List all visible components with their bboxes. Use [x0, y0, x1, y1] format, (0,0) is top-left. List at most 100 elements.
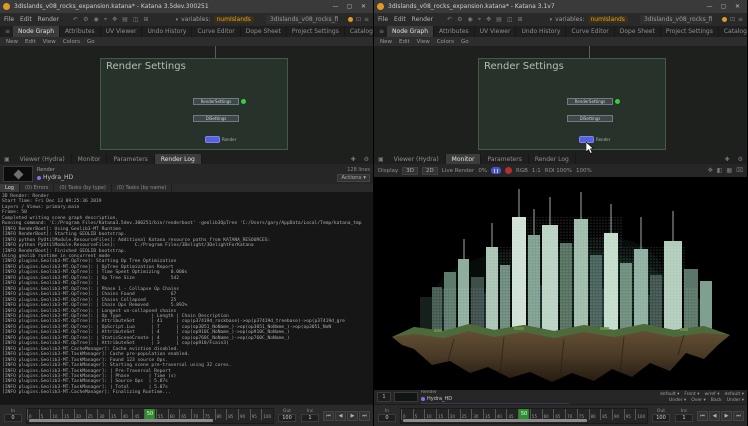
menu-render[interactable]: Render	[38, 16, 59, 23]
timeline-tick[interactable]: 90	[612, 409, 624, 420]
catalog-thumbnail[interactable]	[394, 392, 418, 402]
tab-render-log[interactable]: Render Log	[155, 154, 202, 164]
timeline-tick[interactable]: 70	[565, 409, 577, 420]
nodegraph-menu-item[interactable]: View	[417, 39, 430, 45]
pane-settings-icon[interactable]: ⚙	[734, 154, 747, 164]
tab-attributes[interactable]: Attributes	[434, 26, 475, 37]
menu-file[interactable]: File	[4, 16, 14, 23]
minimize-button[interactable]: —	[703, 1, 716, 12]
tab-monitor[interactable]: Monitor	[72, 154, 108, 164]
channel-readout[interactable]: RGB	[516, 168, 528, 174]
transport-button[interactable]: ▶	[347, 411, 358, 421]
frame-inc-field[interactable]: Inc 1	[674, 409, 694, 422]
monitor-dropdown[interactable]: Over ▾	[691, 398, 706, 403]
catalog-frame-box[interactable]: 1	[377, 392, 391, 402]
monitor-dropdown[interactable]: default ▾	[660, 392, 680, 397]
toolbar-icon[interactable]: ↶	[447, 16, 452, 24]
toolbar-icon[interactable]: ◉	[467, 16, 472, 24]
timeline-tick[interactable]: 20	[74, 409, 86, 420]
tab-undo-history[interactable]: Undo History	[142, 26, 192, 37]
render-log-output[interactable]: 3D Render: RenderStart Time: Fri Dec 13 …	[0, 192, 373, 404]
toolbar-icon[interactable]: ✥	[486, 16, 491, 24]
toolbar-icon[interactable]: ✥	[112, 16, 117, 24]
node-graph-canvas-right[interactable]: Render Settings RenderSettings DlSetting…	[374, 46, 747, 154]
maximize-button[interactable]: ▢	[717, 1, 730, 12]
layout-icon[interactable]: ⊡	[356, 16, 361, 23]
timeline-tick[interactable]: 75	[577, 409, 589, 420]
stop-render-button[interactable]	[505, 167, 512, 174]
menu-edit[interactable]: Edit	[20, 16, 32, 23]
monitor-dropdown[interactable]: Under ▾	[727, 398, 744, 403]
menu-overflow-icon[interactable]: ≡	[738, 16, 743, 23]
timeline-tick[interactable]: 100	[261, 409, 273, 420]
toolbar-icon[interactable]: ▤	[122, 16, 128, 24]
monitor-dropdown[interactable]: default ▾	[724, 392, 744, 397]
timeline-tick[interactable]: 35	[483, 409, 495, 420]
tab-catalog[interactable]: Catalog	[719, 26, 748, 37]
tab-parameters[interactable]: Parameters	[107, 154, 154, 164]
transport-button[interactable]: ◀	[335, 411, 346, 421]
log-tab-tasks-by-name[interactable]: (0) Tasks (by name)	[112, 184, 172, 192]
timeline-tick[interactable]: 85	[600, 409, 612, 420]
monitor-tool-icon[interactable]: ⌧	[736, 167, 743, 174]
timeline-tick[interactable]: 90	[238, 409, 250, 420]
close-button[interactable]: ✕	[731, 1, 744, 12]
node-dlsettings[interactable]: DlSettings	[567, 115, 613, 122]
timeline-tick[interactable]: 5	[39, 409, 51, 420]
transport-button[interactable]: ⏭	[733, 411, 744, 421]
tab-project-settings[interactable]: Project Settings	[287, 26, 345, 37]
render-viewport[interactable]	[374, 177, 747, 390]
node-render[interactable]	[205, 136, 220, 143]
monitor-dropdown[interactable]: w/ref ▾	[704, 392, 719, 397]
tab-monitor[interactable]: Monitor	[446, 154, 482, 164]
minimize-button[interactable]: —	[329, 1, 342, 12]
pane-add-icon[interactable]: ✚	[721, 154, 734, 164]
timeline-tick[interactable]: 65	[553, 409, 565, 420]
toolbar-icon[interactable]: ⚙	[457, 16, 462, 24]
timeline-tick[interactable]: 40	[121, 409, 133, 420]
timeline-tick[interactable]: 30	[471, 409, 483, 420]
render-thumbnail[interactable]	[3, 166, 33, 182]
node-rendersettings[interactable]: RenderSettings	[567, 98, 613, 105]
tab-dope-sheet[interactable]: Dope Sheet	[615, 26, 661, 37]
tab-curve-editor[interactable]: Curve Editor	[192, 26, 240, 37]
tab-list-icon[interactable]: ≡	[2, 26, 13, 37]
timeline-tick[interactable]: 25	[86, 409, 98, 420]
pane-add-icon[interactable]: ✚	[347, 154, 360, 164]
frame-in-field[interactable]: In 0	[377, 409, 397, 422]
toolbar-icon[interactable]: ◫	[133, 16, 139, 24]
tab-node-graph[interactable]: Node Graph	[13, 26, 60, 37]
monitor-tool-icon[interactable]: ✥	[708, 167, 713, 174]
timeline-tick[interactable]: 45	[506, 409, 518, 420]
titlebar-left[interactable]: 3dIslands_v08_rocks_expansion.katana* - …	[0, 0, 373, 13]
display-2d-button[interactable]: 2D	[422, 167, 438, 175]
node-dlsettings[interactable]: DlSettings	[193, 115, 239, 122]
timeline-tick[interactable]: 80	[215, 409, 227, 420]
timeline-tick[interactable]: 95	[624, 409, 636, 420]
transport-button[interactable]: ▶	[721, 411, 732, 421]
timeline-tick[interactable]: 45	[132, 409, 144, 420]
tab-catalog[interactable]: Catalog	[345, 26, 374, 37]
toolbar-icon[interactable]: ⊞	[143, 16, 148, 24]
transport-button[interactable]: ⏭	[359, 411, 370, 421]
menu-overflow-icon[interactable]: ≡	[364, 16, 369, 23]
toolbar-icon[interactable]: ⊞	[517, 16, 522, 24]
timeline-tick[interactable]: 65	[179, 409, 191, 420]
monitor-dropdown[interactable]: Under ▾	[669, 398, 686, 403]
timeline-tick[interactable]: 35	[109, 409, 121, 420]
timeline-tick[interactable]: 0	[401, 409, 413, 420]
current-frame-marker[interactable]: 50	[145, 409, 155, 420]
tab-uv-viewer[interactable]: UV Viewer	[475, 26, 517, 37]
timeline-tick[interactable]: 0	[27, 409, 39, 420]
nodegraph-menu-item[interactable]: Edit	[399, 39, 410, 45]
timeline-tick[interactable]: 55	[530, 409, 542, 420]
tab-attributes[interactable]: Attributes	[60, 26, 101, 37]
menu-render[interactable]: Render	[412, 16, 433, 23]
log-tab-log[interactable]: Log	[0, 184, 20, 192]
pane-settings-icon[interactable]: ⚙	[360, 154, 373, 164]
timeline-tick[interactable]: 30	[97, 409, 109, 420]
toolbar-icon[interactable]: ◉	[93, 16, 98, 24]
toolbar-icon[interactable]: ⚙	[83, 16, 88, 24]
timeline-tick[interactable]: 10	[424, 409, 436, 420]
timeline-tick[interactable]: 70	[191, 409, 203, 420]
